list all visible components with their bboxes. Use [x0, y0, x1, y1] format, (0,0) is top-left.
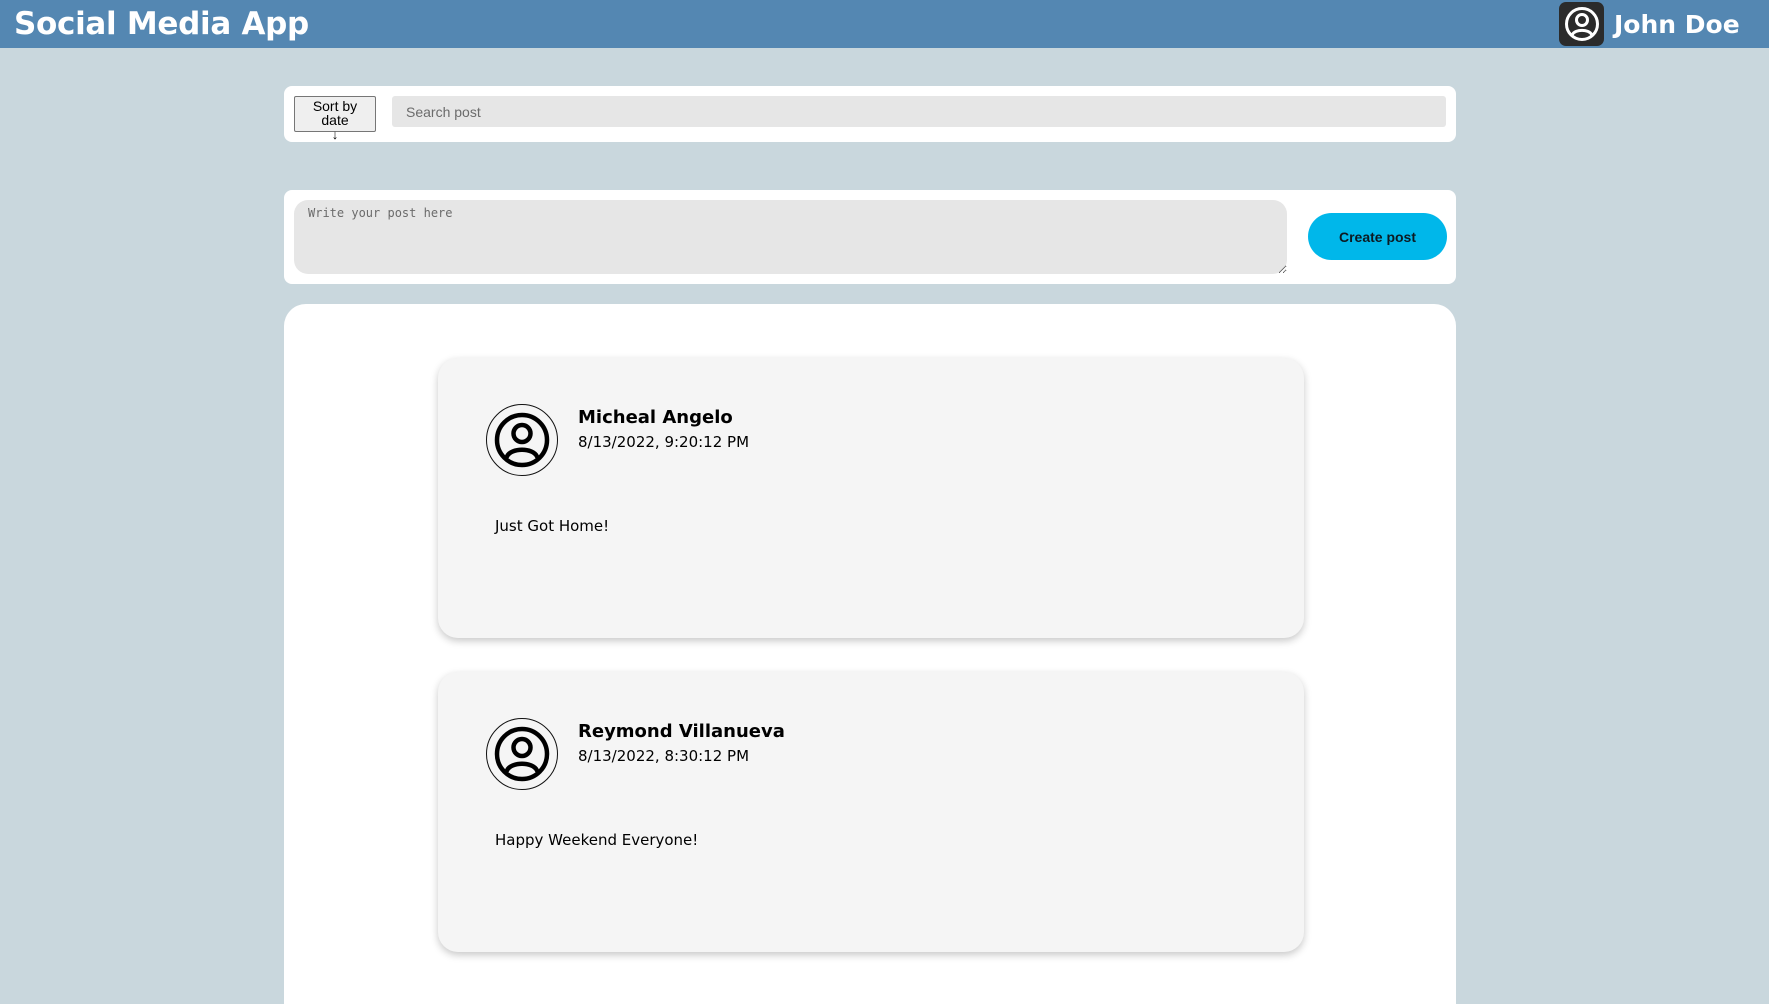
post-textarea[interactable]	[294, 200, 1287, 274]
arrow-down-icon: ↓	[331, 127, 339, 142]
user-avatar[interactable]	[1559, 2, 1604, 46]
create-post-button[interactable]: Create post	[1308, 213, 1447, 260]
search-input[interactable]	[392, 96, 1446, 127]
post-timestamp: 8/13/2022, 9:20:12 PM	[578, 433, 750, 451]
post-content: Just Got Home!	[495, 517, 610, 535]
post-card: Reymond Villanueva 8/13/2022, 8:30:12 PM…	[438, 672, 1304, 952]
post-author-name[interactable]: Reymond Villanueva	[578, 721, 785, 742]
sort-button-label: Sort by date	[312, 98, 358, 128]
app-title[interactable]: Social Media App	[14, 6, 309, 42]
post-author-name[interactable]: Micheal Angelo	[578, 407, 733, 428]
post-card: Micheal Angelo 8/13/2022, 9:20:12 PM Jus…	[438, 358, 1304, 638]
user-profile[interactable]: John Doe	[1559, 2, 1740, 46]
user-circle-icon	[1564, 7, 1599, 41]
post-composer: Create post	[284, 190, 1456, 284]
search-toolbar: Sort by date ↓	[284, 86, 1456, 142]
post-author-avatar[interactable]	[486, 718, 558, 790]
post-feed: Micheal Angelo 8/13/2022, 9:20:12 PM Jus…	[284, 304, 1456, 1004]
post-content: Happy Weekend Everyone!	[495, 831, 699, 849]
top-navbar: Social Media App John Doe	[0, 0, 1769, 48]
user-name[interactable]: John Doe	[1614, 10, 1740, 39]
post-timestamp: 8/13/2022, 8:30:12 PM	[578, 747, 750, 765]
user-circle-icon	[494, 726, 550, 782]
user-circle-icon	[494, 412, 550, 468]
post-author-avatar[interactable]	[486, 404, 558, 476]
sort-by-date-button[interactable]: Sort by date ↓	[294, 96, 376, 142]
